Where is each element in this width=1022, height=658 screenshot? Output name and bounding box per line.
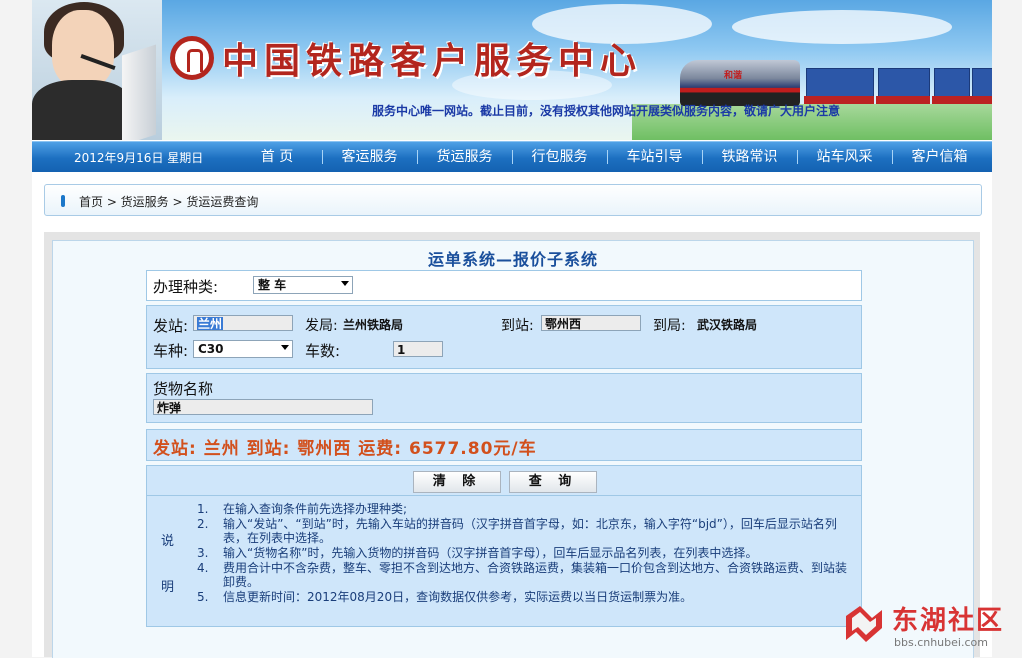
result-panel: 发站: 兰州 到站: 鄂州西 运费: 6577.80元/车: [146, 429, 862, 461]
list-item: 3. 输入“货物名称”时，先输入货物的拼音码（汉字拼音首字母），回车后显示品名列表…: [197, 546, 758, 560]
from-station-label: 发站:: [153, 317, 189, 335]
breadcrumb-marker-icon: [61, 195, 65, 207]
page: 中国铁路客户服务中心 和谐 服务中心唯一网站。截止目前，没有授权其他网站开展类似…: [32, 0, 992, 658]
car-type-select[interactable]: C30: [193, 340, 293, 358]
watermark-logo-icon: [846, 606, 882, 642]
main-nav: 2012年9月16日 星期日 首 页 客运服务 货运服务 行包服务 车站引导 铁…: [32, 141, 992, 172]
content-wrapper: 运单系统—报价子系统 办理种类: 整 车 发站: 兰州 发局: 兰州铁路局 到站…: [44, 232, 980, 658]
goods-panel: 货物名称 炸弹: [146, 373, 862, 423]
list-item: 1. 在输入查询条件前先选择办理种类;: [197, 502, 408, 516]
system-title: 运单系统—报价子系统: [427, 250, 598, 269]
to-station-label: 到站:: [501, 318, 534, 334]
to-station-input[interactable]: 鄂州西: [541, 315, 641, 331]
type-panel: 办理种类: 整 车: [146, 270, 862, 301]
nav-customer-mailbox[interactable]: 客户信箱: [892, 142, 987, 172]
to-bureau-value: 武汉铁路局: [697, 318, 758, 332]
goods-input[interactable]: 炸弹: [153, 399, 373, 415]
list-item: 2. 输入“发站”、“到站”时，先输入车站的拼音码（汉字拼音首字母，如：北京东，输…: [197, 517, 837, 545]
type-select-value: 整 车: [258, 278, 287, 292]
car-count-input[interactable]: 1: [393, 341, 443, 357]
clear-button[interactable]: 清 除: [413, 471, 501, 493]
nav-station-style[interactable]: 站车风采: [797, 142, 892, 172]
to-bureau-label: 到局:: [653, 318, 686, 334]
header-banner: 中国铁路客户服务中心 和谐 服务中心唯一网站。截止目前，没有授权其他网站开展类似…: [32, 0, 992, 140]
breadcrumb-bar: 首页 > 货运服务 > 货运运费查询: [44, 184, 982, 216]
type-select[interactable]: 整 车: [253, 276, 353, 294]
freight-result: 发站: 兰州 到站: 鄂州西 运费: 6577.80元/车: [153, 439, 537, 459]
from-station-input[interactable]: 兰州: [193, 315, 293, 331]
nav-luggage-service[interactable]: 行包服务: [512, 142, 607, 172]
watermark-text: 东湖社区: [892, 606, 1005, 636]
chevron-down-icon: [341, 281, 349, 286]
goods-value: 炸弹: [157, 401, 182, 415]
watermark: 东湖社区 bbs.cnhubei.com: [842, 598, 1020, 656]
notes-panel: 说 明 1. 在输入查询条件前先选择办理种类; 2. 输入“发站”、“到站”时，先输…: [146, 495, 862, 627]
nav-passenger-service[interactable]: 客运服务: [322, 142, 417, 172]
nav-railway-knowledge[interactable]: 铁路常识: [702, 142, 797, 172]
locomotive-label: 和谐: [724, 71, 743, 81]
railway-logo-icon: [170, 36, 214, 80]
to-station-value: 鄂州西: [545, 317, 582, 331]
car-count-value: 1: [397, 343, 406, 357]
chevron-down-icon: [281, 345, 289, 350]
breadcrumb[interactable]: 首页 > 货运服务 > 货运运费查询: [79, 193, 258, 210]
watermark-url: bbs.cnhubei.com: [894, 636, 988, 649]
operator-illustration: [32, 0, 162, 140]
query-button[interactable]: 查 询: [509, 471, 597, 493]
car-type-label: 车种:: [153, 342, 189, 360]
from-bureau-label: 发局:: [305, 318, 338, 334]
car-count-label: 车数:: [305, 342, 341, 360]
nav-station-guide[interactable]: 车站引导: [607, 142, 702, 172]
quote-system: 运单系统—报价子系统 办理种类: 整 车 发站: 兰州 发局: 兰州铁路局 到站…: [52, 240, 974, 658]
from-station-value: 兰州: [197, 317, 224, 331]
car-type-value: C30: [198, 342, 224, 356]
station-panel: 发站: 兰州 发局: 兰州铁路局 到站: 鄂州西 到局: 武汉铁路局 车种: C…: [146, 305, 862, 369]
type-label: 办理种类:: [153, 278, 219, 296]
notes-list: 1. 在输入查询条件前先选择办理种类; 2. 输入“发站”、“到站”时，先输入车站的…: [197, 502, 847, 605]
list-item: 5. 信息更新时间：2012年08月20日，查询数据仅供参考，实际运费以当日货运制…: [197, 590, 693, 604]
nav-freight-service[interactable]: 货运服务: [417, 142, 512, 172]
notes-side-label-1: 说: [161, 534, 175, 549]
notice-text: 服务中心唯一网站。截止目前，没有授权其他网站开展类似服务内容，敬请广大用户注意: [372, 104, 841, 118]
current-date: 2012年9月16日 星期日: [74, 151, 204, 165]
from-bureau-value: 兰州铁路局: [343, 318, 404, 332]
list-item: 4. 费用合计中不含杂费，整车、零担不含到达地方、合资铁路运费，集装箱一口价包含到…: [197, 561, 848, 589]
notes-side-label-2: 明: [161, 580, 175, 595]
nav-home[interactable]: 首 页: [232, 142, 322, 172]
goods-label: 货物名称: [153, 380, 214, 398]
site-title: 中国铁路客户服务中心: [222, 40, 643, 82]
